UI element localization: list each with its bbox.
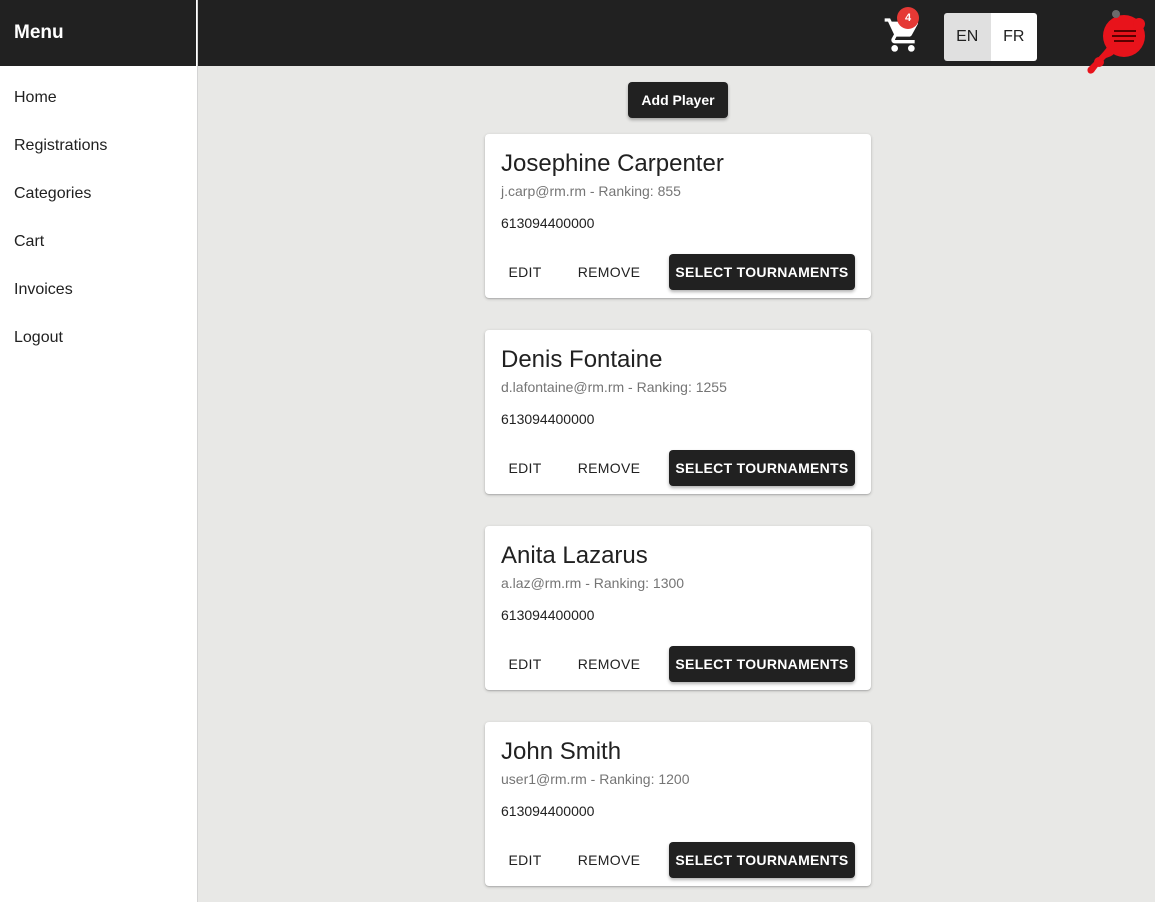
remove-button[interactable]: REMOVE xyxy=(573,646,645,682)
top-app-bar: 4 EN FR xyxy=(198,0,1155,74)
player-email-ranking: user1@rm.rm - Ranking: 1200 xyxy=(501,771,690,787)
player-phone: 613094400000 xyxy=(501,607,595,623)
cart-count-badge: 4 xyxy=(897,7,919,29)
edit-button[interactable]: EDIT xyxy=(501,450,549,486)
select-tournaments-button[interactable]: SELECT TOURNAMENTS xyxy=(669,254,855,290)
select-tournaments-button[interactable]: SELECT TOURNAMENTS xyxy=(669,842,855,878)
language-toggle: EN FR xyxy=(944,13,1037,61)
player-phone: 613094400000 xyxy=(501,215,595,231)
sidebar-item-home[interactable]: Home xyxy=(0,74,197,122)
player-email-ranking: d.lafontaine@rm.rm - Ranking: 1255 xyxy=(501,379,727,395)
remove-button[interactable]: REMOVE xyxy=(573,254,645,290)
player-card: John Smith user1@rm.rm - Ranking: 1200 6… xyxy=(485,722,871,886)
sidebar-item-categories[interactable]: Categories xyxy=(0,170,197,218)
red-splash-logo-icon xyxy=(1087,10,1145,74)
edit-button[interactable]: EDIT xyxy=(501,842,549,878)
brand-logo[interactable] xyxy=(1084,8,1150,78)
player-name: Josephine Carpenter xyxy=(501,150,724,177)
remove-button[interactable]: REMOVE xyxy=(573,842,645,878)
player-card: Denis Fontaine d.lafontaine@rm.rm - Rank… xyxy=(485,330,871,494)
player-name: John Smith xyxy=(501,738,622,765)
language-fr-button[interactable]: FR xyxy=(990,13,1037,61)
player-name: Anita Lazarus xyxy=(501,542,648,569)
sidebar-item-registrations[interactable]: Registrations xyxy=(0,122,197,170)
card-actions: EDIT REMOVE SELECT TOURNAMENTS xyxy=(485,254,871,290)
select-tournaments-button[interactable]: SELECT TOURNAMENTS xyxy=(669,450,855,486)
player-email-ranking: j.carp@rm.rm - Ranking: 855 xyxy=(501,183,681,199)
sidebar-item-logout[interactable]: Logout xyxy=(0,314,197,362)
card-actions: EDIT REMOVE SELECT TOURNAMENTS xyxy=(485,646,871,682)
player-name: Denis Fontaine xyxy=(501,346,663,373)
sidebar-item-cart[interactable]: Cart xyxy=(0,218,197,266)
sidebar: Menu Home Registrations Categories Cart … xyxy=(0,0,198,902)
remove-button[interactable]: REMOVE xyxy=(573,450,645,486)
sidebar-title: Menu xyxy=(0,0,197,66)
card-actions: EDIT REMOVE SELECT TOURNAMENTS xyxy=(485,842,871,878)
select-tournaments-button[interactable]: SELECT TOURNAMENTS xyxy=(669,646,855,682)
cart-button[interactable]: 4 xyxy=(883,7,923,56)
sidebar-item-invoices[interactable]: Invoices xyxy=(0,266,197,314)
player-phone: 613094400000 xyxy=(501,803,595,819)
sidebar-nav: Home Registrations Categories Cart Invoi… xyxy=(0,66,197,362)
player-email-ranking: a.laz@rm.rm - Ranking: 1300 xyxy=(501,575,685,591)
edit-button[interactable]: EDIT xyxy=(501,254,549,290)
player-card: Josephine Carpenter j.carp@rm.rm - Ranki… xyxy=(485,134,871,298)
player-phone: 613094400000 xyxy=(501,411,595,427)
add-player-button[interactable]: Add Player xyxy=(628,82,728,118)
language-en-button[interactable]: EN xyxy=(944,13,991,61)
player-card: Anita Lazarus a.laz@rm.rm - Ranking: 130… xyxy=(485,526,871,690)
card-actions: EDIT REMOVE SELECT TOURNAMENTS xyxy=(485,450,871,486)
edit-button[interactable]: EDIT xyxy=(501,646,549,682)
